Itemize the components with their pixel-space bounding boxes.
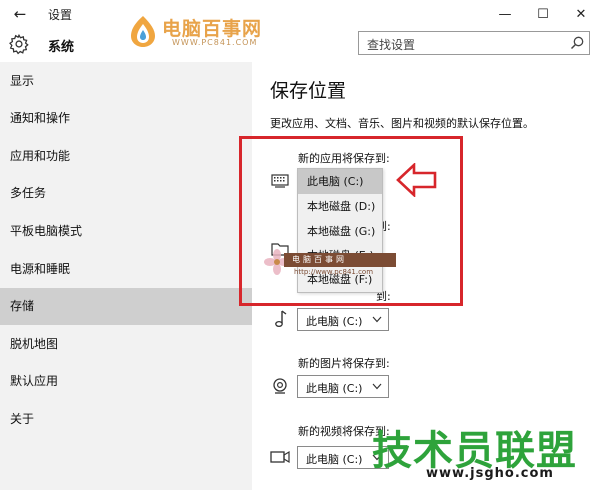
watermark-bottom-url: www.jsgho.com [426,466,554,481]
sidebar-item-label: 多任务 [10,186,47,200]
watermark-mid-title: 电脑百事网 [292,255,347,264]
settings-window: ← 设置 — ☐ ✕ 系统 电脑百事网 WWW.PC841.COM 查找设置 显… [0,0,600,490]
pictures-save-label: 新的图片将保存到: [298,357,390,370]
close-icon: ✕ [575,6,587,22]
music-note-icon [275,310,287,328]
watermark-jsgho: 技术员联盟 www.jsgho.com [368,418,600,490]
dropdown-value: 此电脑 (C:) [306,382,363,395]
sidebar-item-notifications[interactable]: 通知和操作 [0,100,252,137]
sidebar-item-label: 关于 [10,412,35,426]
window-controls: — ☐ ✕ [486,0,600,28]
sidebar-item-power[interactable]: 电源和睡眠 [0,251,252,288]
title-bar: ← 设置 — ☐ ✕ [0,0,600,28]
watermark-banner: 电脑百事网 [284,253,396,267]
watermark-title: 电脑百事网 [162,18,263,40]
sidebar-item-about[interactable]: 关于 [0,401,252,438]
sidebar-item-display[interactable]: 显示 [0,63,252,100]
minimize-button[interactable]: — [486,0,524,28]
sidebar-item-label: 通知和操作 [10,111,71,125]
chevron-down-icon [372,383,382,390]
page-title: 保存位置 [270,80,347,102]
watermark-pc841: 电脑百事网 WWW.PC841.COM [128,10,298,54]
sidebar-item-label: 显示 [10,74,35,88]
search-input[interactable]: 查找设置 [358,31,590,55]
minimize-icon: — [498,6,512,22]
header-row: 系统 电脑百事网 WWW.PC841.COM 查找设置 [0,16,600,62]
page-description: 更改应用、文档、音乐、图片和视频的默认保存位置。 [270,117,534,130]
sidebar-item-tablet-mode[interactable]: 平板电脑模式 [0,213,252,250]
sidebar: 显示 通知和操作 应用和功能 多任务 平板电脑模式 电源和睡眠 存储 脱机地图 … [0,62,252,490]
watermark-mid-url: http://www.pc841.com [294,268,374,276]
maximize-icon: ☐ [537,6,549,22]
app-name: 系统 [48,40,75,55]
left-arrow-annotation-icon [396,163,437,197]
chevron-down-icon [372,316,382,323]
dropdown-value: 此电脑 (C:) [306,315,363,328]
pictures-location-dropdown[interactable]: 此电脑 (C:) [297,375,389,398]
video-icon [270,450,290,464]
watermark-pc841-overlay: 电脑百事网 http://www.pc841.com [262,243,404,283]
sidebar-item-default-apps[interactable]: 默认应用 [0,363,252,400]
sidebar-item-label: 脱机地图 [10,337,59,351]
sidebar-item-label: 存储 [10,299,35,313]
dropdown-value: 此电脑 (C:) [306,453,363,466]
sidebar-item-label: 电源和睡眠 [10,262,71,276]
sidebar-item-multitasking[interactable]: 多任务 [0,175,252,212]
sidebar-item-offline-maps[interactable]: 脱机地图 [0,326,252,363]
sidebar-item-label: 应用和功能 [10,149,71,163]
sidebar-item-label: 平板电脑模式 [10,224,83,238]
close-button[interactable]: ✕ [562,0,600,28]
window-title: 设置 [48,8,73,22]
sidebar-item-storage[interactable]: 存储 [0,288,252,325]
watermark-logo-icon [131,16,155,47]
music-location-dropdown[interactable]: 此电脑 (C:) [297,308,389,331]
search-placeholder: 查找设置 [367,38,416,52]
watermark-url: WWW.PC841.COM [172,38,258,47]
sidebar-item-label: 默认应用 [10,374,59,388]
back-button[interactable]: ← [8,2,32,26]
gear-icon [9,33,29,55]
sidebar-item-apps[interactable]: 应用和功能 [0,138,252,175]
search-icon [570,36,584,50]
maximize-button[interactable]: ☐ [524,0,562,28]
camera-icon [273,378,287,394]
back-arrow-icon: ← [13,5,27,23]
